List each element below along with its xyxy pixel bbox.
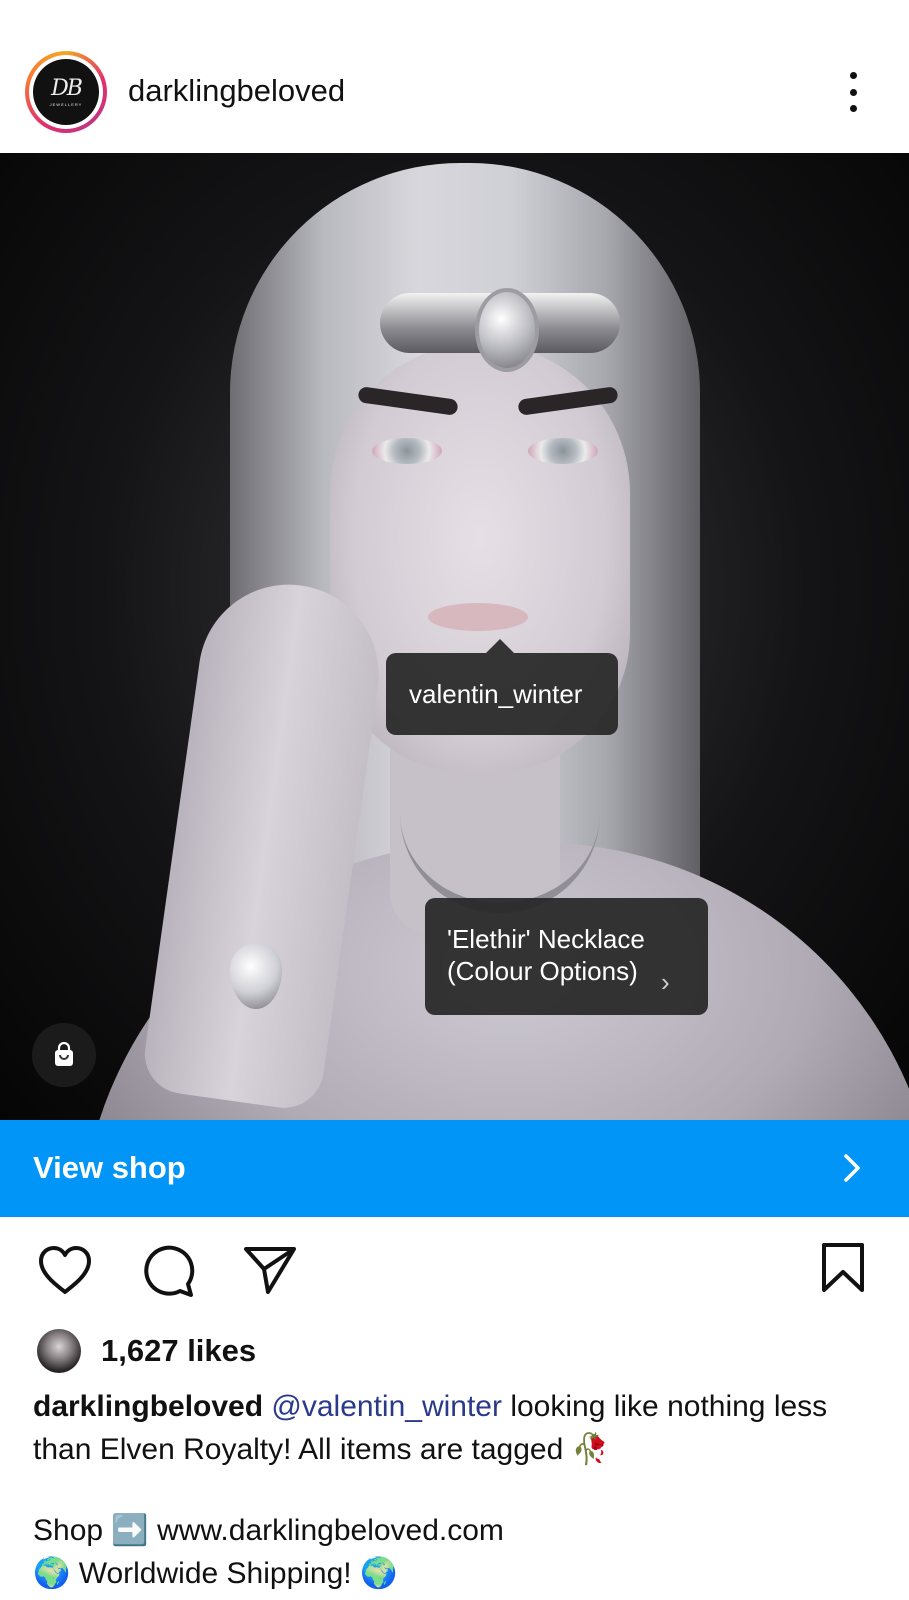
post-image[interactable]: valentin_winter 'Elethir' Necklace (Colo… [0,153,909,1120]
bookmark-icon[interactable] [820,1242,866,1299]
post-username[interactable]: darklingbeloved [128,73,345,109]
post-header: DB JEWELLERY darklingbeloved [0,0,909,153]
likes-count[interactable]: 1,627 likes [101,1333,256,1369]
photo-tiara-gem [475,288,539,372]
caption-shop-line: Shop ➡️ www.darklingbeloved.com [33,1514,504,1547]
photo-lips [428,603,528,631]
photo-eye-right [528,438,598,464]
post-caption: darklingbeloved @valentin_winter looking… [33,1385,883,1471]
comment-icon[interactable] [139,1243,197,1304]
user-tag[interactable]: valentin_winter [386,639,618,735]
caption-username[interactable]: darklingbeloved [33,1390,263,1423]
more-options-icon[interactable] [843,72,863,112]
product-tag-line1: 'Elethir' Necklace [447,924,645,954]
product-tag[interactable]: 'Elethir' Necklace (Colour Options) › [425,898,708,1015]
caption-shipping-line: 🌍 Worldwide Shipping! 🌍 [33,1557,398,1590]
user-tag-label: valentin_winter [409,679,583,709]
heart-icon[interactable] [36,1243,94,1302]
brand-logo: DB JEWELLERY [33,59,99,125]
chevron-right-icon: › [661,967,670,997]
logo-subtitle: JEWELLERY [49,101,83,107]
view-shop-label: View shop [33,1150,186,1185]
chevron-right-icon [840,1148,864,1193]
liker-avatar[interactable] [37,1329,81,1373]
shopping-bag-icon[interactable] [32,1023,96,1087]
caption-mention[interactable]: @valentin_winter [271,1390,502,1423]
send-icon[interactable] [242,1244,298,1301]
view-shop-bar[interactable]: View shop [0,1120,909,1217]
photo-eye-left [372,438,442,464]
profile-avatar[interactable]: DB JEWELLERY [25,51,107,133]
logo-monogram: DB [51,75,83,101]
